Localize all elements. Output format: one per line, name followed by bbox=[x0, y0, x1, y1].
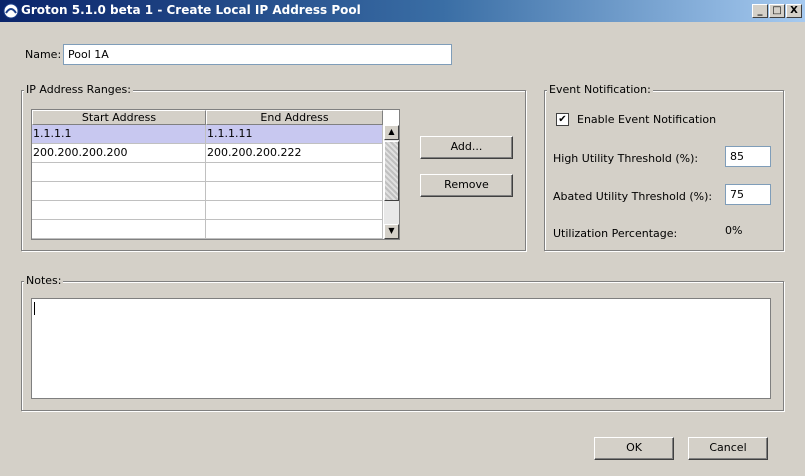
create-ip-pool-dialog: Groton 5.1.0 beta 1 - Create Local IP Ad… bbox=[0, 0, 805, 476]
start-address-cell bbox=[32, 201, 206, 220]
app-icon bbox=[3, 3, 19, 19]
end-address-cell: 200.200.200.222 bbox=[206, 144, 383, 163]
table-row[interactable] bbox=[32, 182, 399, 201]
add-button[interactable]: Add... bbox=[420, 136, 513, 159]
table-row[interactable]: 200.200.200.200 200.200.200.222 bbox=[32, 144, 399, 163]
abated-threshold-label: Abated Utility Threshold (%): bbox=[553, 190, 713, 203]
high-threshold-label: High Utility Threshold (%): bbox=[553, 152, 699, 165]
title-bar[interactable]: Groton 5.1.0 beta 1 - Create Local IP Ad… bbox=[0, 0, 805, 22]
event-notification-title: Event Notification: bbox=[547, 83, 653, 96]
enable-event-checkbox[interactable]: ✔ bbox=[556, 113, 569, 126]
enable-event-label: Enable Event Notification bbox=[577, 113, 717, 126]
remove-button[interactable]: Remove bbox=[420, 174, 513, 197]
end-address-cell bbox=[206, 220, 383, 239]
column-header-end[interactable]: End Address bbox=[206, 110, 383, 125]
minimize-button[interactable]: _ bbox=[752, 4, 768, 18]
start-address-cell: 200.200.200.200 bbox=[32, 144, 206, 163]
table-row[interactable] bbox=[32, 163, 399, 182]
end-address-cell bbox=[206, 182, 383, 201]
abated-threshold-field[interactable] bbox=[725, 184, 771, 205]
column-header-start[interactable]: Start Address bbox=[32, 110, 206, 125]
start-address-cell bbox=[32, 182, 206, 201]
utilization-label: Utilization Percentage: bbox=[553, 227, 678, 240]
ok-button[interactable]: OK bbox=[594, 437, 674, 460]
utilization-value: 0% bbox=[725, 224, 743, 237]
end-address-cell: 1.1.1.11 bbox=[206, 125, 383, 144]
table-row[interactable] bbox=[32, 201, 399, 220]
text-caret bbox=[34, 302, 35, 315]
name-field[interactable] bbox=[63, 44, 452, 65]
scroll-up-icon[interactable]: ▲ bbox=[384, 125, 399, 140]
end-address-cell bbox=[206, 201, 383, 220]
notes-textarea[interactable] bbox=[31, 298, 771, 399]
table-header: Start Address End Address bbox=[32, 110, 399, 125]
maximize-button[interactable]: □ bbox=[769, 4, 785, 18]
high-threshold-field[interactable] bbox=[725, 146, 771, 167]
table-row[interactable] bbox=[32, 220, 399, 239]
scrollbar-thumb[interactable] bbox=[384, 141, 399, 201]
window-title: Groton 5.1.0 beta 1 - Create Local IP Ad… bbox=[21, 3, 361, 17]
cancel-button[interactable]: Cancel bbox=[688, 437, 768, 460]
ip-ranges-title: IP Address Ranges: bbox=[24, 83, 133, 96]
start-address-cell bbox=[32, 163, 206, 182]
end-address-cell bbox=[206, 163, 383, 182]
close-button[interactable]: X bbox=[786, 4, 802, 18]
table-row[interactable]: 1.1.1.1 1.1.1.11 bbox=[32, 125, 399, 144]
start-address-cell bbox=[32, 220, 206, 239]
scroll-down-icon[interactable]: ▼ bbox=[384, 224, 399, 239]
name-label: Name: bbox=[25, 48, 62, 61]
notes-title: Notes: bbox=[24, 274, 64, 287]
table-scrollbar[interactable]: ▲ ▼ bbox=[384, 125, 399, 239]
start-address-cell: 1.1.1.1 bbox=[32, 125, 206, 144]
ip-ranges-table[interactable]: Start Address End Address 1.1.1.1 1.1.1.… bbox=[31, 109, 400, 240]
